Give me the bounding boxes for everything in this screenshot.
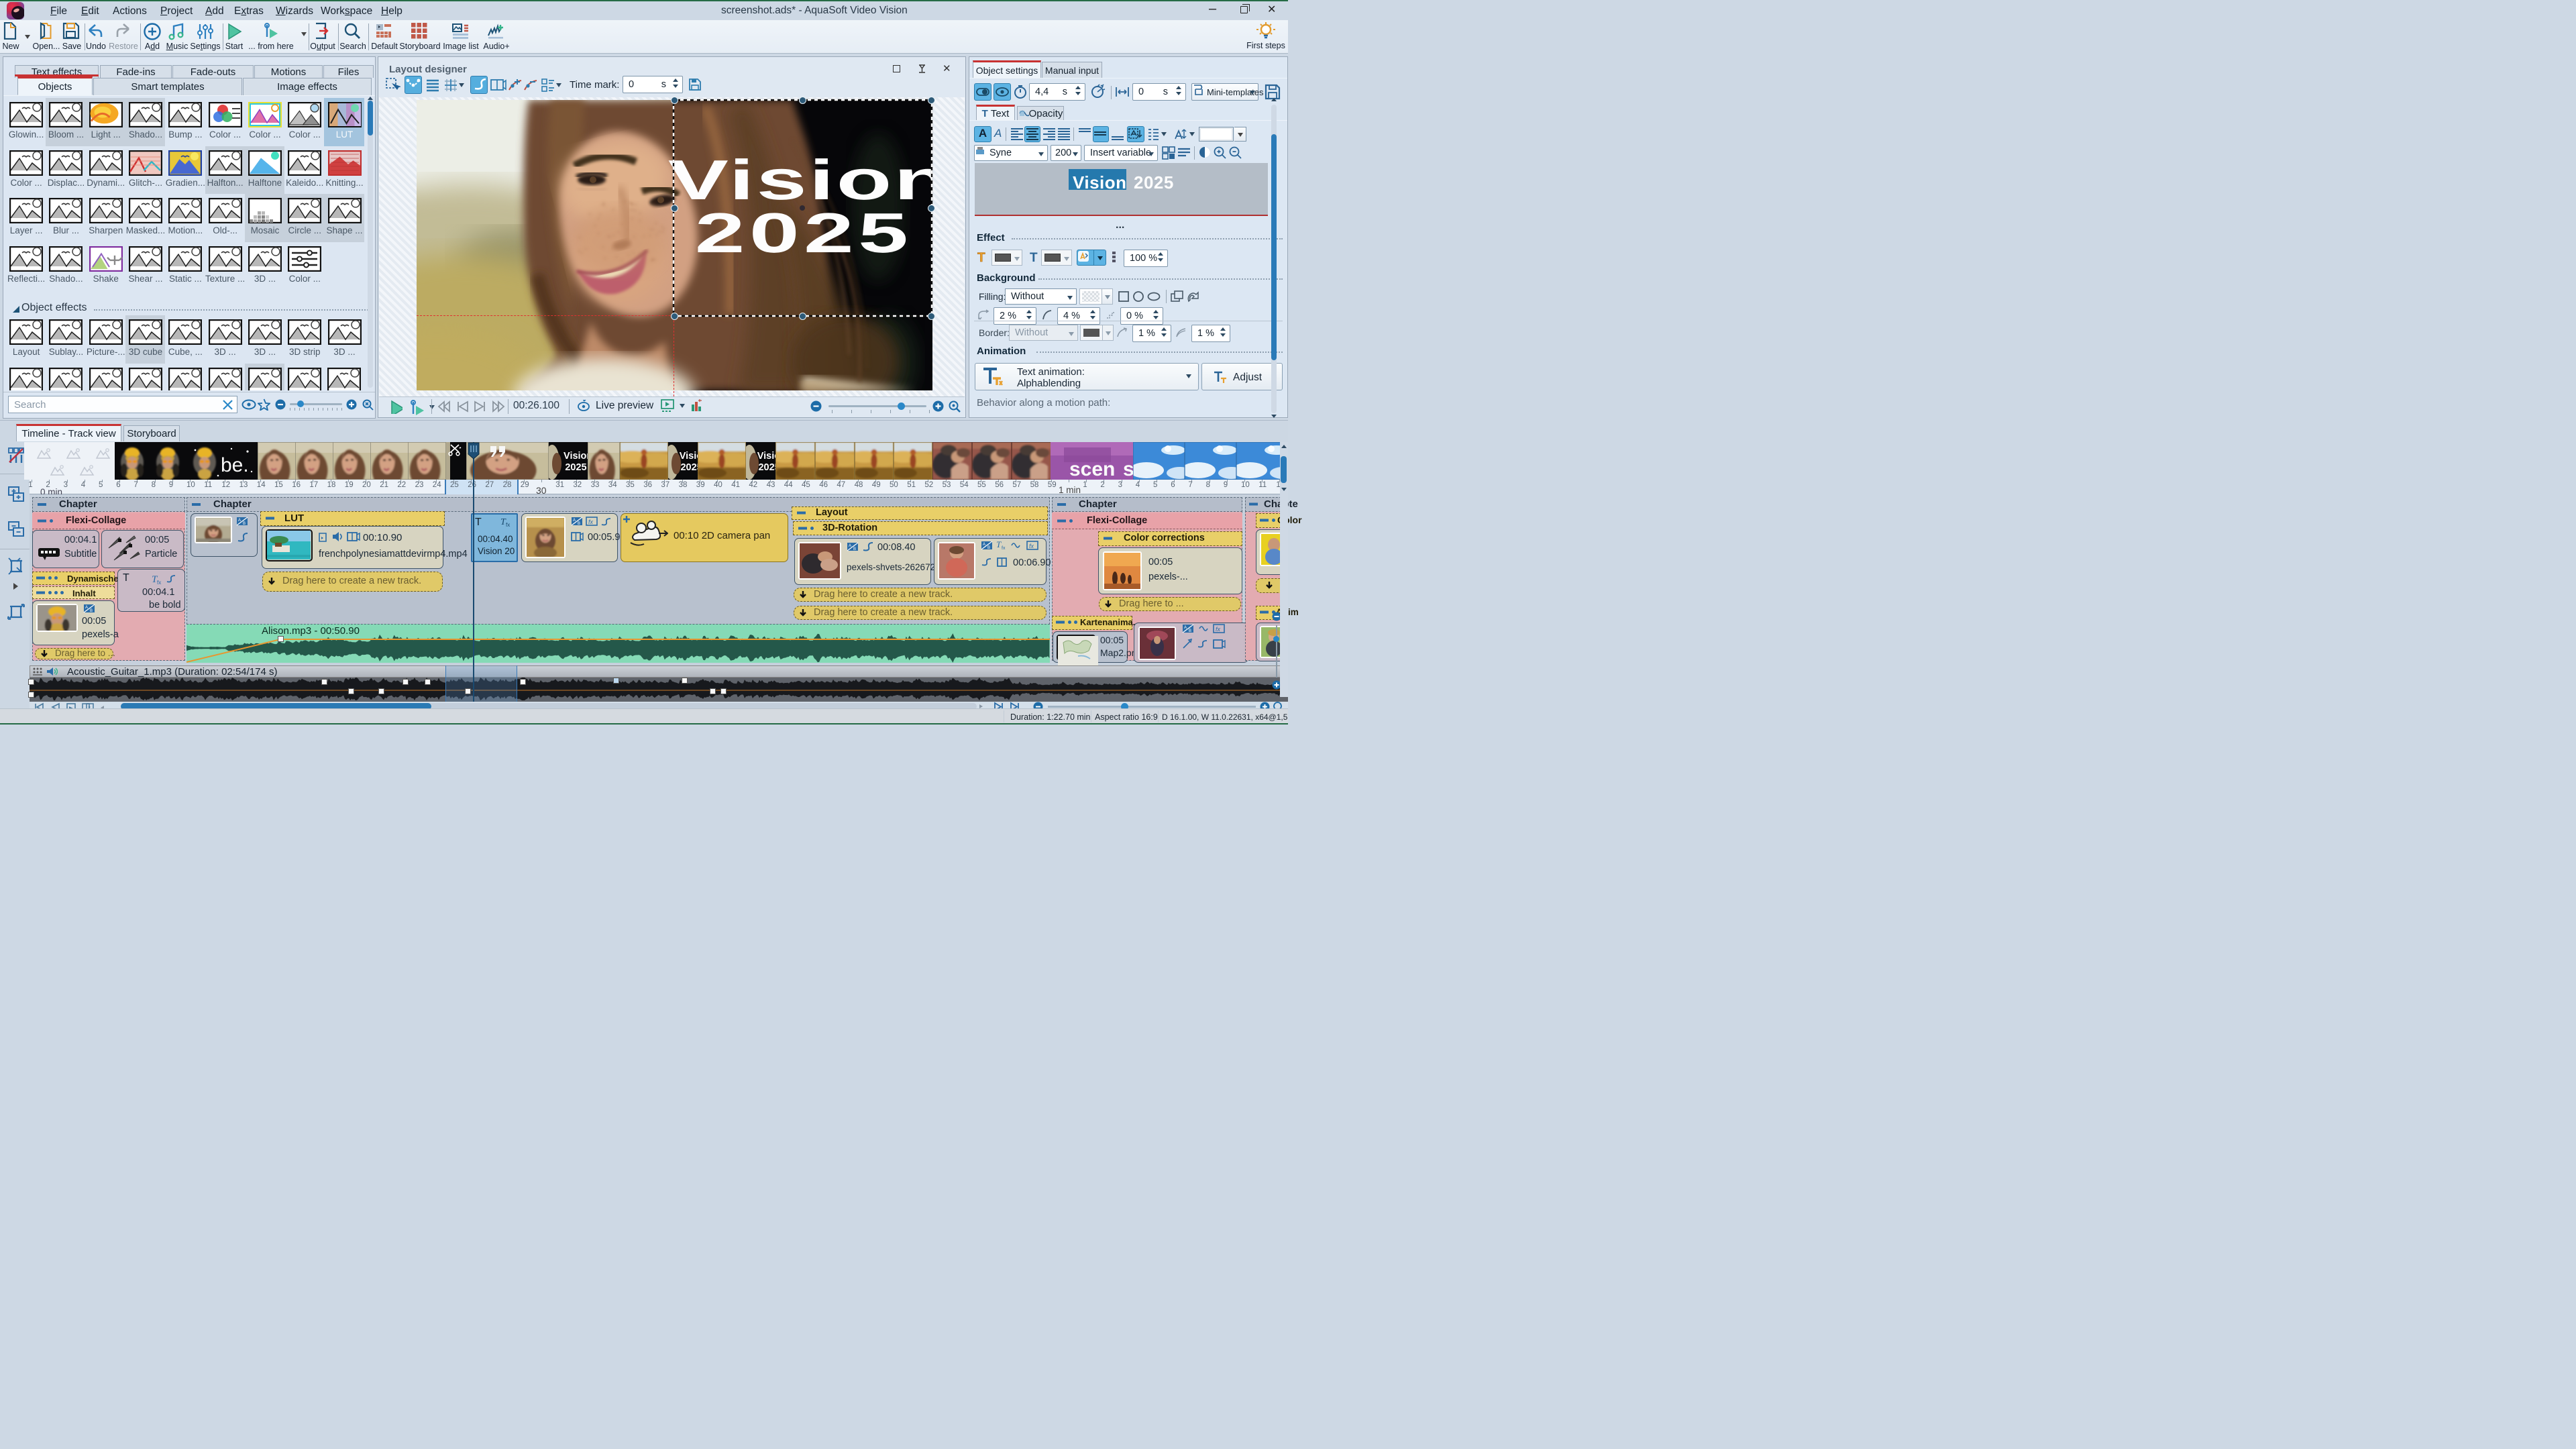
svg-text:fx: fx <box>588 519 594 525</box>
svg-text:fx: fx <box>1029 543 1034 549</box>
svg-text:2025: 2025 <box>680 462 698 473</box>
svg-text:2025: 2025 <box>565 462 586 473</box>
svg-text:T: T <box>996 539 1002 549</box>
svg-text:B: B <box>987 546 990 550</box>
svg-text:Vision: Vision <box>680 451 698 462</box>
svg-text:A: A <box>573 519 576 523</box>
svg-text:fx: fx <box>1216 626 1221 633</box>
svg-text:A: A <box>849 544 851 548</box>
svg-text:B: B <box>1189 629 1191 633</box>
svg-text:fx: fx <box>1002 546 1006 550</box>
svg-text:2025: 2025 <box>758 462 775 473</box>
svg-text:A: A <box>983 543 985 547</box>
svg-text:Vision: Vision <box>757 451 775 462</box>
svg-text:fx: fx <box>157 580 161 584</box>
svg-text:be.: be. <box>221 454 249 476</box>
svg-text:B: B <box>243 522 246 526</box>
svg-text:fx: fx <box>506 522 510 527</box>
svg-text:B: B <box>853 547 856 551</box>
svg-text:A: A <box>238 519 241 523</box>
svg-text:A: A <box>85 606 88 610</box>
svg-text:Vision: Vision <box>564 451 588 462</box>
svg-text:s: s <box>1123 458 1133 480</box>
svg-text:B: B <box>578 522 580 526</box>
svg-text:B: B <box>90 609 93 613</box>
svg-text:scen: scen <box>1069 458 1115 480</box>
svg-text:A: A <box>1184 626 1187 630</box>
